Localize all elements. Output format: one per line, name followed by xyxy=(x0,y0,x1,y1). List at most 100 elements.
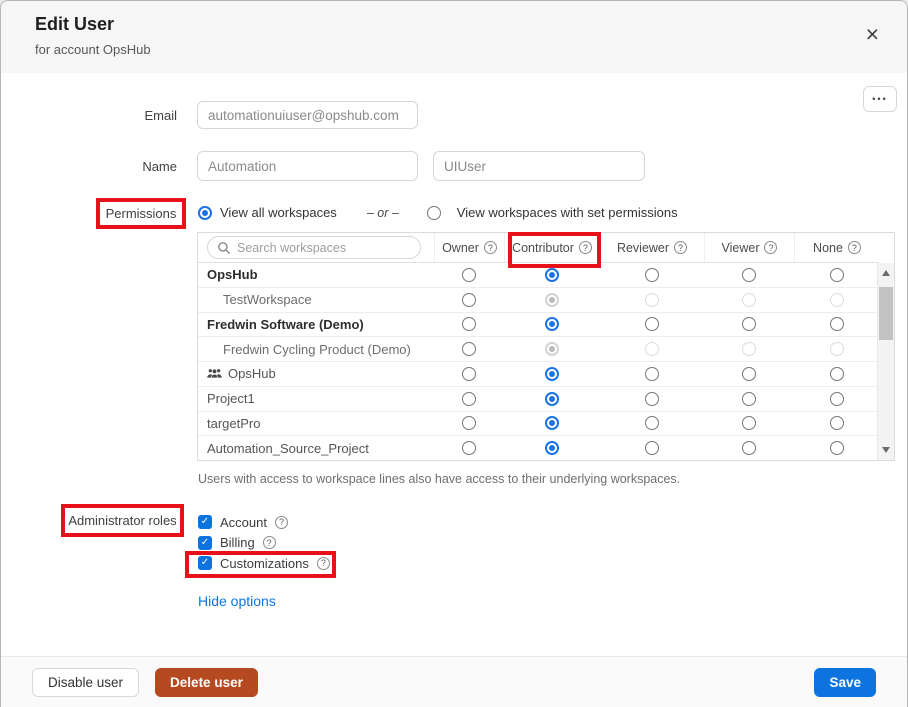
workspace-name: OpsHub xyxy=(228,366,276,381)
contributor-radio[interactable] xyxy=(545,392,559,406)
workspace-search[interactable] xyxy=(207,236,421,259)
table-scrollbar[interactable] xyxy=(877,263,894,460)
workspace-name: OpsHub xyxy=(198,267,434,282)
help-icon[interactable]: ? xyxy=(579,241,592,254)
contributor-radio[interactable] xyxy=(545,268,559,282)
workspace-permissions-table: Owner? Contributor? Reviewer? Viewer? No… xyxy=(197,232,895,461)
none-radio[interactable] xyxy=(830,367,844,381)
account-checkbox[interactable]: ✓ xyxy=(198,515,212,529)
hide-options-link[interactable]: Hide options xyxy=(198,593,276,609)
help-icon[interactable]: ? xyxy=(275,516,288,529)
scroll-down-icon[interactable] xyxy=(882,447,890,453)
edit-user-dialog: Edit User for account OpsHub × ••• Email… xyxy=(0,0,908,707)
help-icon[interactable]: ? xyxy=(764,241,777,254)
first-name-field[interactable] xyxy=(197,151,418,181)
table-row: Fredwin Software (Demo) xyxy=(198,312,877,337)
annotation-box-permissions: Permissions xyxy=(96,198,186,229)
owner-radio[interactable] xyxy=(462,416,476,430)
reviewer-radio xyxy=(645,293,659,307)
contributor-radio[interactable] xyxy=(545,367,559,381)
workspace-name: Project1 xyxy=(198,391,434,406)
billing-checkbox[interactable]: ✓ xyxy=(198,536,212,550)
billing-label: Billing xyxy=(220,535,255,550)
more-options-button[interactable]: ••• xyxy=(863,86,897,112)
owner-radio[interactable] xyxy=(462,342,476,356)
disable-user-button[interactable]: Disable user xyxy=(32,668,139,697)
email-field[interactable] xyxy=(197,101,418,129)
workspace-name: targetPro xyxy=(198,416,434,431)
owner-radio[interactable] xyxy=(462,317,476,331)
view-all-workspaces-label: View all workspaces xyxy=(220,205,337,220)
table-row: Automation_Source_Project xyxy=(198,435,877,460)
or-separator: – or – xyxy=(367,206,399,220)
dialog-subtitle: for account OpsHub xyxy=(35,42,151,57)
none-radio[interactable] xyxy=(830,416,844,430)
viewer-radio[interactable] xyxy=(742,268,756,282)
contributor-radio xyxy=(545,293,559,307)
reviewer-radio[interactable] xyxy=(645,416,659,430)
reviewer-radio[interactable] xyxy=(645,367,659,381)
help-icon[interactable]: ? xyxy=(317,557,330,570)
table-row: Fredwin Cycling Product (Demo) xyxy=(198,336,877,361)
owner-radio[interactable] xyxy=(462,268,476,282)
reviewer-radio[interactable] xyxy=(645,392,659,406)
view-set-permissions-label: View workspaces with set permissions xyxy=(457,205,678,220)
viewer-radio xyxy=(742,342,756,356)
owner-radio[interactable] xyxy=(462,392,476,406)
email-label: Email xyxy=(1,108,177,123)
table-row: targetPro xyxy=(198,411,877,436)
annotation-box-admin-roles: Administrator roles xyxy=(61,504,184,537)
help-icon[interactable]: ? xyxy=(263,536,276,549)
viewer-radio[interactable] xyxy=(742,367,756,381)
owner-radio[interactable] xyxy=(462,293,476,307)
account-label: Account xyxy=(220,515,267,530)
team-icon xyxy=(207,368,222,379)
view-set-permissions-radio[interactable] xyxy=(427,206,441,220)
customizations-checkbox[interactable]: ✓ xyxy=(198,556,212,570)
search-icon xyxy=(217,241,231,255)
help-icon[interactable]: ? xyxy=(484,241,497,254)
reviewer-radio[interactable] xyxy=(645,268,659,282)
workspace-name: Fredwin Cycling Product (Demo) xyxy=(198,342,434,357)
reviewer-radio[interactable] xyxy=(645,441,659,455)
viewer-radio xyxy=(742,293,756,307)
owner-radio[interactable] xyxy=(462,441,476,455)
viewer-radio[interactable] xyxy=(742,441,756,455)
help-icon[interactable]: ? xyxy=(848,241,861,254)
none-radio[interactable] xyxy=(830,268,844,282)
save-button[interactable]: Save xyxy=(814,668,876,697)
none-radio[interactable] xyxy=(830,392,844,406)
contributor-radio[interactable] xyxy=(545,416,559,430)
workspace-name: Automation_Source_Project xyxy=(198,441,434,456)
owner-radio[interactable] xyxy=(462,367,476,381)
table-row: OpsHub xyxy=(198,263,877,287)
contributor-radio xyxy=(545,342,559,356)
scrollbar-thumb[interactable] xyxy=(879,287,893,340)
table-header-row: Owner? Contributor? Reviewer? Viewer? No… xyxy=(198,233,879,263)
contributor-radio[interactable] xyxy=(545,317,559,331)
viewer-radio[interactable] xyxy=(742,392,756,406)
help-icon[interactable]: ? xyxy=(674,241,687,254)
column-header-viewer: Viewer? xyxy=(704,233,794,262)
viewer-radio[interactable] xyxy=(742,317,756,331)
scroll-up-icon[interactable] xyxy=(882,270,890,276)
none-radio[interactable] xyxy=(830,441,844,455)
search-input[interactable] xyxy=(237,241,411,255)
none-radio[interactable] xyxy=(830,317,844,331)
reviewer-radio xyxy=(645,342,659,356)
column-header-none: None? xyxy=(794,233,879,262)
reviewer-radio[interactable] xyxy=(645,317,659,331)
name-label: Name xyxy=(1,159,177,174)
last-name-field[interactable] xyxy=(433,151,645,181)
delete-user-button[interactable]: Delete user xyxy=(155,668,258,697)
close-icon[interactable]: × xyxy=(866,23,879,46)
admin-roles-list: ✓ Account ? ✓ Billing ? ✓ Customizations… xyxy=(198,515,330,577)
view-all-workspaces-radio[interactable] xyxy=(198,206,212,220)
admin-roles-label: Administrator roles xyxy=(68,513,176,528)
role-item-account: ✓ Account ? xyxy=(198,515,330,529)
dialog-header: Edit User for account OpsHub × xyxy=(1,1,907,73)
contributor-radio[interactable] xyxy=(545,441,559,455)
permissions-label: Permissions xyxy=(106,206,177,221)
role-item-customizations: ✓ Customizations ? xyxy=(198,556,330,570)
viewer-radio[interactable] xyxy=(742,416,756,430)
